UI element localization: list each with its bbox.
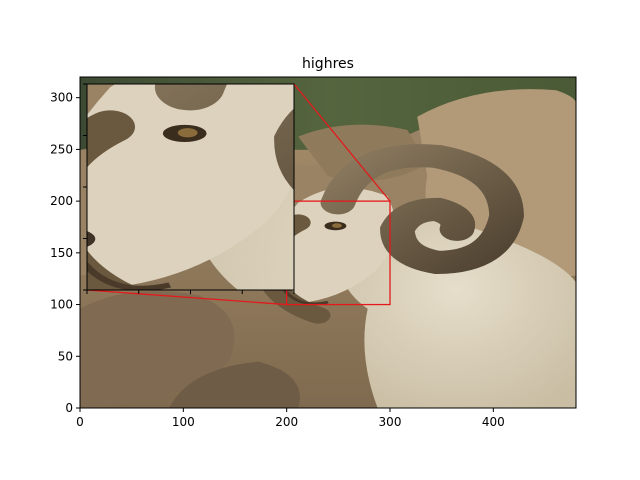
x-axis: 0 100 200 300 400 — [76, 408, 505, 429]
y-tick-label: 300 — [50, 91, 73, 105]
x-tick-label: 200 — [275, 415, 298, 429]
y-tick-label: 50 — [58, 349, 73, 363]
y-tick-label: 0 — [65, 401, 73, 415]
chart-figure: highres 0 100 200 300 400 0 50 100 150 200 250 300 — [50, 56, 577, 429]
y-axis: 0 50 100 150 200 250 300 — [50, 91, 80, 415]
x-tick-label: 100 — [172, 415, 195, 429]
y-tick-label: 100 — [50, 298, 73, 312]
y-tick-label: 200 — [50, 194, 73, 208]
x-tick-label: 0 — [76, 415, 84, 429]
y-tick-label: 250 — [50, 142, 73, 156]
x-tick-label: 300 — [379, 415, 402, 429]
y-tick-label: 150 — [50, 246, 73, 260]
x-tick-label: 400 — [482, 415, 505, 429]
chart-title: highres — [302, 56, 354, 72]
